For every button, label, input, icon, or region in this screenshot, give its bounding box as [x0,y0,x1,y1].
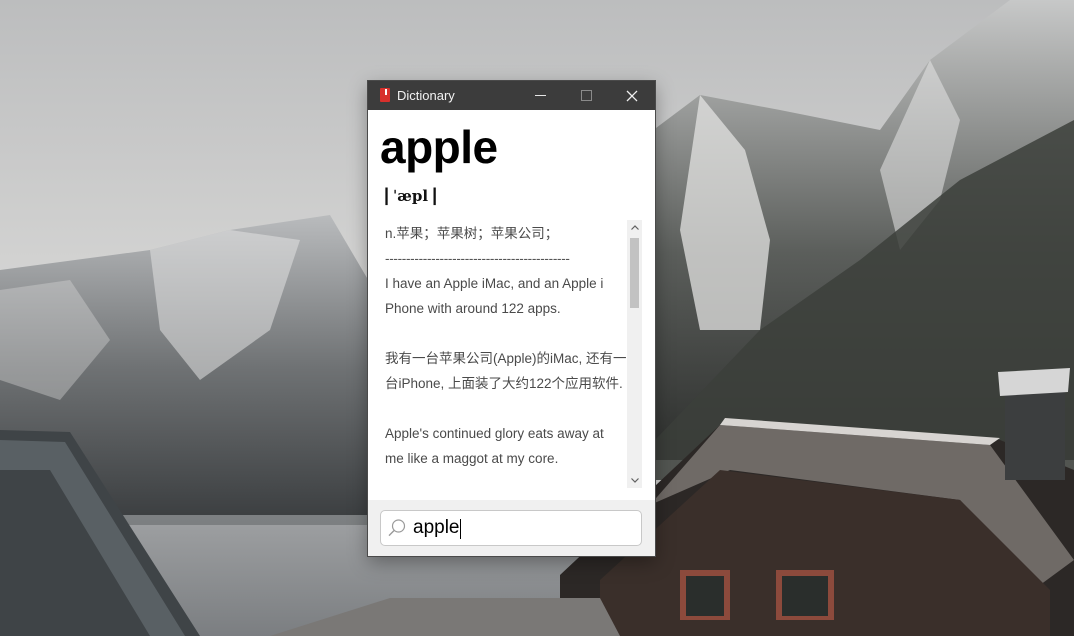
scroll-up-button[interactable] [627,220,642,235]
search-icon [388,519,406,537]
example-zh-line: 我有一台苹果公司(Apple)的iMac, 还有一 [385,351,627,366]
example-en-line: Phone with around 122 apps. [385,301,561,316]
text-caret [460,519,461,539]
dictionary-window: Dictionary apple | ˈæpl | n.苹果；苹果树；苹果公司；… [368,81,655,556]
example-en-line: me like a maggot at my core. [385,451,559,466]
phonetic-bar-left: | [384,185,390,205]
example-en-line: Apple's continued glory eats away at [385,426,604,441]
window-title: Dictionary [397,88,455,103]
definition-panel[interactable]: n.苹果；苹果树；苹果公司； -------------------------… [385,221,627,486]
search-input[interactable] [413,515,633,541]
search-bar-area [368,500,655,556]
minimize-icon [535,95,546,96]
scroll-down-button[interactable] [627,473,642,488]
minimize-button[interactable] [518,81,563,110]
dictionary-book-icon [379,88,391,103]
close-icon [626,90,637,101]
phonetic-text: ˈæpl [393,186,429,205]
phonetic-bar-right: | [432,185,438,205]
definition-meaning: n.苹果；苹果树；苹果公司； [385,226,559,241]
search-box[interactable] [380,510,642,546]
phonetic-transcription: | ˈæpl | [384,185,437,206]
maximize-icon [581,90,592,101]
vertical-scrollbar[interactable] [627,220,642,488]
scrollbar-thumb[interactable] [630,238,639,308]
headword: apple [380,121,498,173]
title-bar[interactable]: Dictionary [368,81,655,110]
chevron-down-icon [630,478,639,483]
example-en-line: I have an Apple iMac, and an Apple i [385,276,604,291]
chevron-up-icon [630,225,639,230]
maximize-button[interactable] [564,81,609,110]
example-zh-line: 台iPhone, 上面装了大约122个应用软件. [385,376,623,391]
definition-divider: ----------------------------------------… [385,251,570,266]
close-button[interactable] [609,81,654,110]
